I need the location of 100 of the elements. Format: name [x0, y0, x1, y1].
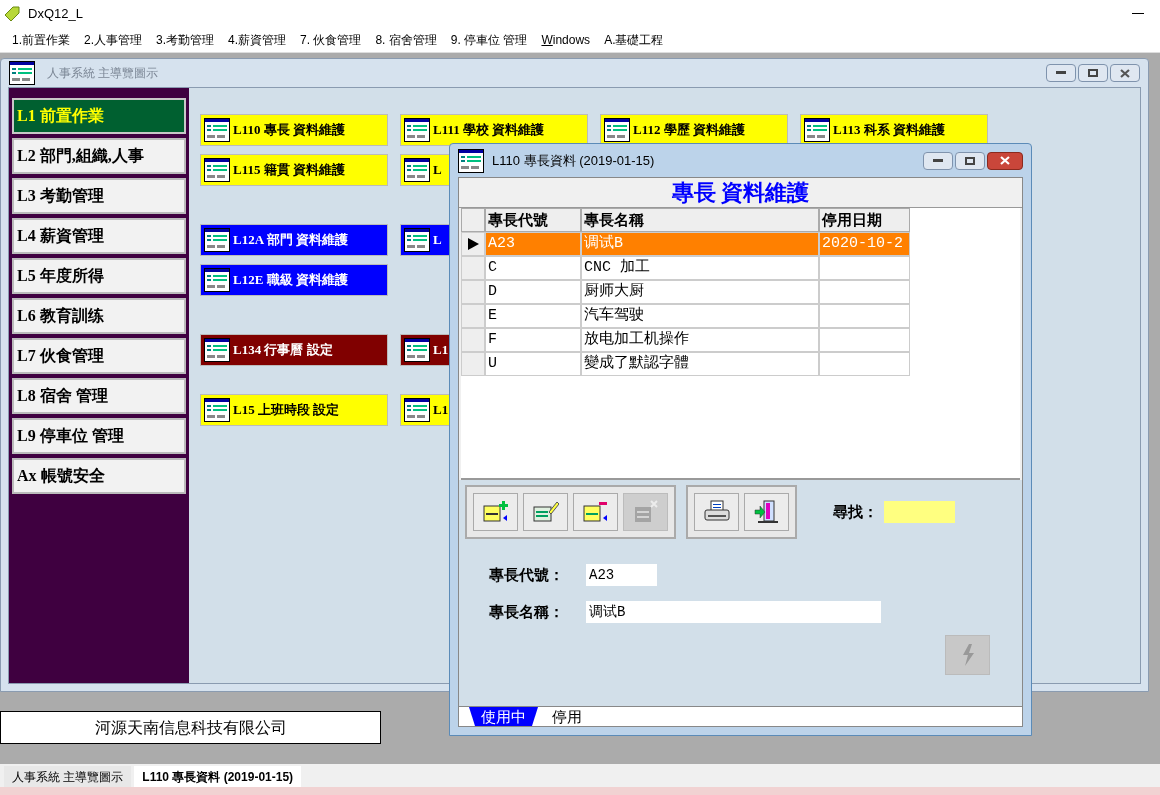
- sidebar-item[interactable]: L9 停車位 管理: [12, 418, 186, 454]
- table-cell: 汽车驾驶: [581, 304, 819, 328]
- menu-item[interactable]: 8. 宿舍管理: [375, 31, 437, 49]
- module-tile[interactable]: L12E 職級 資料維護: [200, 264, 388, 296]
- add-record-icon: [482, 500, 509, 524]
- maximize-icon: [965, 156, 975, 165]
- form-icon: [404, 338, 430, 362]
- window-title: 人事系統 主導覽圖示: [47, 65, 159, 82]
- module-tile[interactable]: L113 科系 資料維護: [800, 114, 988, 146]
- company-label: 河源天南信息科技有限公司: [0, 711, 381, 744]
- form-icon: [404, 158, 430, 182]
- dialog-title: L110 專長資料 (2019-01-15): [492, 151, 655, 170]
- module-tile[interactable]: L115 籍貫 資料維護: [200, 154, 388, 186]
- form-icon: [204, 118, 230, 142]
- column-header: 專長代號: [485, 208, 581, 232]
- form-icon: [204, 338, 230, 362]
- cancel-record-icon: [632, 500, 659, 524]
- input-field[interactable]: 调试B: [586, 600, 881, 623]
- menu-item[interactable]: 1.前置作業: [12, 31, 70, 49]
- sidebar-item[interactable]: Ax 帳號安全: [12, 458, 186, 494]
- close-icon: [1120, 68, 1130, 78]
- close-icon: [1000, 156, 1010, 165]
- table-cell: 厨师大厨: [581, 280, 819, 304]
- form-icon: [204, 158, 230, 182]
- minimize-button[interactable]: [923, 151, 953, 170]
- toolbar-button[interactable]: [694, 493, 739, 531]
- table-cell: E: [485, 304, 581, 328]
- sidebar-item[interactable]: L8 宿舍 管理: [12, 378, 186, 414]
- row-pointer-icon: [467, 238, 479, 250]
- table-cell: U: [485, 352, 581, 376]
- maximize-icon: [1088, 69, 1098, 77]
- row-header-cell: [461, 208, 485, 232]
- table-cell: 變成了默認字體: [581, 352, 819, 376]
- menu-item[interactable]: 4.薪資管理: [228, 31, 287, 49]
- form-icon: [404, 398, 430, 422]
- module-tile[interactable]: L134 行事曆 設定: [200, 334, 388, 366]
- field-label: 專長代號：: [489, 565, 565, 585]
- input-field[interactable]: A23: [586, 564, 657, 587]
- table-row[interactable]: D 厨师大厨: [461, 280, 910, 304]
- form-icon: [404, 228, 430, 252]
- table-cell: C: [485, 256, 581, 280]
- table-cell: 放电加工机操作: [581, 328, 819, 352]
- menu-item[interactable]: 9. 停車位 管理: [450, 31, 528, 49]
- maximize-button[interactable]: [955, 151, 985, 170]
- maximize-button[interactable]: [1078, 64, 1108, 82]
- search-field[interactable]: [884, 501, 955, 523]
- form-icon: [9, 61, 35, 85]
- form-icon: [404, 118, 430, 142]
- minimize-icon: [933, 158, 943, 163]
- module-tile[interactable]: L112 學歷 資料維護: [600, 114, 788, 146]
- table-cell: CNC 加工: [581, 256, 819, 280]
- sidebar-item[interactable]: L7 伙食管理: [12, 338, 186, 374]
- sidebar-item[interactable]: L2 部門,組織,人事: [12, 138, 186, 174]
- form-icon: [204, 268, 230, 292]
- edit-record-icon: [532, 500, 559, 524]
- sidebar-item[interactable]: L4 薪資管理: [12, 218, 186, 254]
- form-icon: [204, 228, 230, 252]
- table-cell: F: [485, 328, 581, 352]
- module-tile[interactable]: L12A 部門 資料維護: [200, 224, 388, 256]
- menu-item[interactable]: 2.人事管理: [84, 31, 143, 49]
- module-tile[interactable]: L15 上班時段 設定: [200, 394, 388, 426]
- sidebar-item[interactable]: L3 考勤管理: [12, 178, 186, 214]
- sidebar-item[interactable]: L1 前置作業: [12, 98, 186, 134]
- form-icon: [204, 398, 230, 422]
- table-row[interactable]: C CNC 加工: [461, 256, 910, 280]
- sidebar-item[interactable]: L6 教育訓练: [12, 298, 186, 334]
- table-row[interactable]: U 變成了默認字體: [461, 352, 910, 376]
- sidebar-item[interactable]: L5 年度所得: [12, 258, 186, 294]
- form-icon: [458, 148, 484, 173]
- menu-item[interactable]: A.基礎工程: [604, 31, 664, 49]
- table-cell: 2020-10-2: [819, 232, 910, 256]
- table-row[interactable]: F 放电加工机操作: [461, 328, 910, 352]
- close-button[interactable]: [1110, 64, 1140, 82]
- taskbar-tab[interactable]: L110 專長資料 (2019-01-15): [134, 766, 302, 787]
- toolbar-button[interactable]: [744, 493, 789, 531]
- taskbar-tab[interactable]: 人事系統 主導覽圖示: [4, 766, 132, 787]
- search-label: 尋找：: [833, 501, 878, 522]
- minimize-icon: [1132, 13, 1144, 15]
- column-header: 專長名稱: [581, 208, 819, 232]
- tag-icon: [4, 6, 20, 22]
- minimize-icon: [1056, 71, 1066, 75]
- app-title: DxQ12_L: [28, 5, 83, 24]
- printer-icon: [703, 500, 730, 524]
- menu-item[interactable]: 3.考勤管理: [156, 31, 215, 49]
- delete-record-icon: [582, 500, 609, 524]
- tab[interactable]: 使用中: [469, 707, 538, 726]
- minimize-button[interactable]: [1046, 64, 1076, 82]
- form-icon: [604, 118, 630, 142]
- close-button[interactable]: [987, 151, 1023, 170]
- menu-item[interactable]: 7. 伙食管理: [300, 31, 362, 49]
- toolbar-button[interactable]: [473, 493, 518, 531]
- table-row[interactable]: E 汽车驾驶: [461, 304, 910, 328]
- menu-item[interactable]: Windows: [541, 31, 591, 49]
- door-exit-icon: [753, 500, 780, 524]
- module-tile[interactable]: L111 學校 資料維護: [400, 114, 588, 146]
- table-cell: 调试B: [581, 232, 819, 256]
- field-label: 專長名稱：: [489, 601, 565, 622]
- table-cell: A23: [485, 232, 581, 256]
- form-icon: [804, 118, 830, 142]
- module-tile[interactable]: L110 專長 資料維護: [200, 114, 388, 146]
